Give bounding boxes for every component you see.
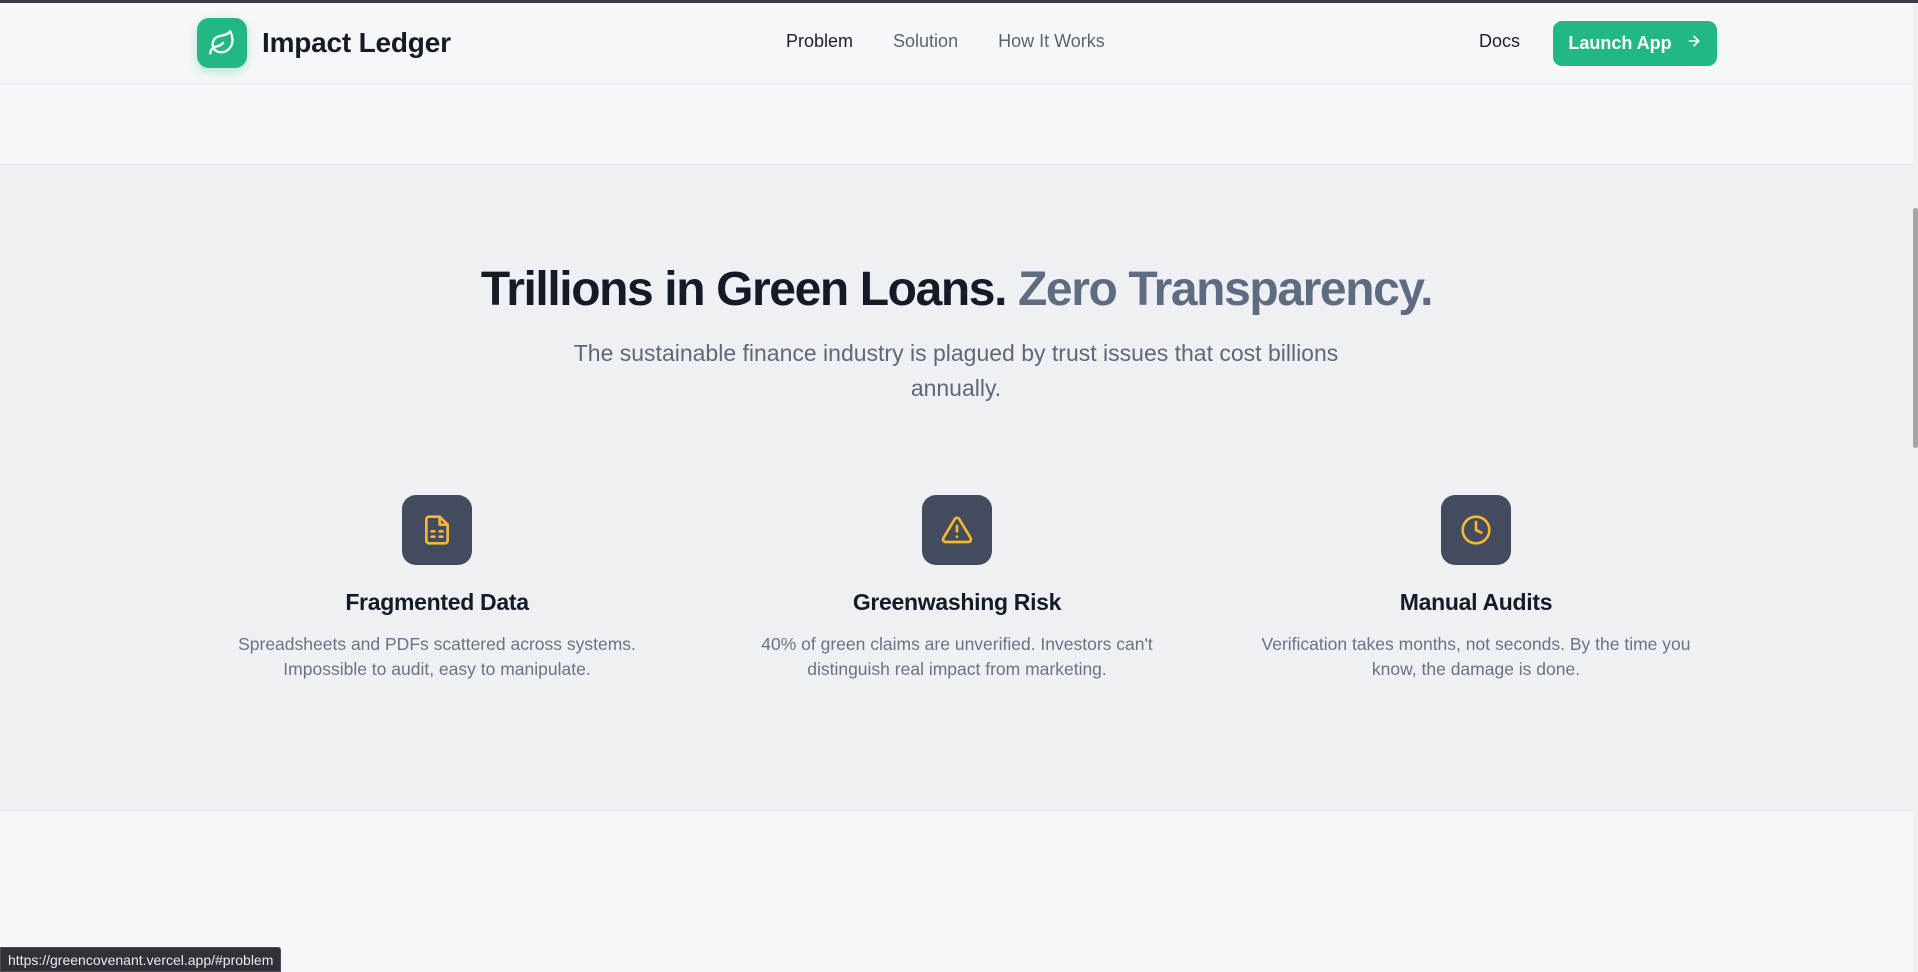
next-section (0, 811, 1913, 972)
document-icon (402, 495, 472, 565)
link-status-url: https://greencovenant.vercel.app/#proble… (0, 947, 282, 972)
feature-fragmented-data: Fragmented Data Spreadsheets and PDFs sc… (217, 495, 657, 682)
navbar: Impact Ledger Problem Solution How It Wo… (0, 3, 1913, 84)
brand-name: Impact Ledger (262, 27, 451, 58)
feature-manual-audits: Manual Audits Verification takes months,… (1256, 495, 1696, 682)
page-scrollbar[interactable] (1913, 3, 1918, 972)
clock-icon (1441, 495, 1511, 565)
nav-link-how-it-works[interactable]: How It Works (998, 31, 1105, 52)
hero-bottom-band (0, 85, 1913, 165)
problem-subtitle: The sustainable finance industry is plag… (573, 340, 1339, 401)
feature-title: Fragmented Data (345, 589, 529, 615)
warning-icon (922, 495, 992, 565)
nav-link-solution[interactable]: Solution (893, 31, 958, 52)
launch-app-label: Launch App (1568, 33, 1672, 53)
nav-links: Problem Solution How It Works (786, 31, 1105, 52)
headline-accent: Zero Transparency. (1017, 263, 1433, 316)
feature-title: Greenwashing Risk (852, 589, 1062, 615)
feature-greenwashing-risk: Greenwashing Risk 40% of green claims ar… (737, 495, 1177, 682)
brand-home-link[interactable]: Impact Ledger (197, 18, 451, 68)
problem-headline: Trillions in Green Loans. Zero Transpare… (0, 262, 1913, 317)
nav-link-problem[interactable]: Problem (786, 31, 853, 52)
feature-title: Manual Audits (1399, 589, 1553, 615)
feature-description: Verification takes months, not seconds. … (1261, 634, 1691, 679)
docs-link[interactable]: Docs (1479, 31, 1520, 52)
feature-description: 40% of green claims are unverified. Inve… (761, 634, 1153, 679)
problem-section: Trillions in Green Loans. Zero Transpare… (0, 165, 1913, 811)
feature-description: Spreadsheets and PDFs scattered across s… (238, 634, 636, 679)
launch-app-button[interactable]: Launch App (1553, 21, 1717, 66)
arrow-right-icon (1686, 33, 1702, 54)
page: Impact Ledger Problem Solution How It Wo… (0, 0, 1918, 972)
leaf-icon (197, 18, 247, 68)
headline-main: Trillions in Green Loans. (480, 263, 1008, 316)
scrollbar-thumb[interactable] (1913, 208, 1918, 448)
